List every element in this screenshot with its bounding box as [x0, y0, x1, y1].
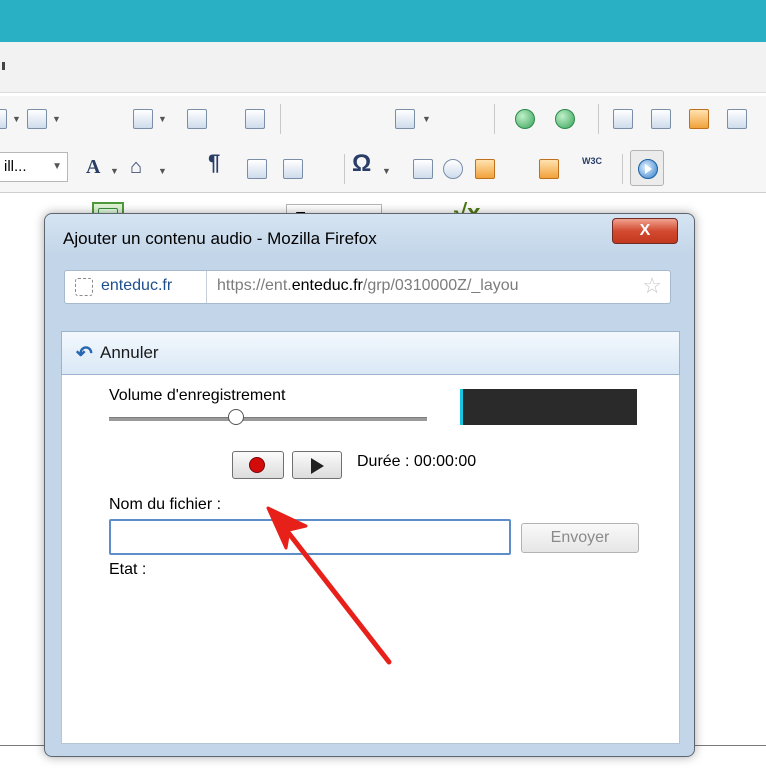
chevron-down-icon[interactable]: ▼ — [158, 167, 167, 176]
toolbar-separator — [280, 104, 281, 134]
grid-icon[interactable] — [184, 106, 210, 132]
secondary-bar — [0, 42, 766, 93]
font-label: ill... — [4, 158, 27, 175]
table-icon[interactable] — [0, 106, 10, 132]
toolbar-separator — [344, 154, 345, 184]
url-text: https://ent.enteduc.fr/grp/0310000Z/_lay… — [217, 277, 615, 295]
star-icon[interactable]: ☆ — [642, 273, 662, 299]
image-icon[interactable] — [648, 106, 674, 132]
file-name-label: Nom du fichier : — [109, 496, 222, 513]
media-icon — [638, 159, 658, 179]
form-icon[interactable] — [410, 156, 436, 182]
cancel-bar[interactable]: ↶ Annuler — [61, 331, 680, 375]
url-domain: enteduc.fr — [291, 277, 363, 294]
font-select[interactable]: ill... ▼ — [0, 152, 68, 182]
chevron-down-icon[interactable]: ▼ — [12, 115, 21, 124]
url-prefix: https://ent. — [217, 277, 292, 294]
recorder-panel: Volume d'enregistrement Durée : 00:00:00… — [61, 375, 680, 744]
paste-icon[interactable] — [244, 156, 270, 182]
state-label: Etat : — [109, 561, 147, 578]
chevron-down-icon[interactable]: ▼ — [158, 115, 167, 124]
omega-icon[interactable]: Ω — [352, 150, 371, 178]
chevron-down-icon: ▼ — [52, 161, 62, 172]
undo-icon: ↶ — [76, 343, 93, 365]
play-button[interactable] — [292, 451, 342, 479]
chevron-down-icon[interactable]: ▼ — [422, 115, 431, 124]
insert-row-icon[interactable] — [130, 106, 156, 132]
pilcrow-icon[interactable]: ¶ — [208, 150, 220, 176]
volume-slider[interactable] — [109, 417, 427, 421]
align-icon[interactable] — [280, 156, 306, 182]
url-divider — [206, 271, 207, 303]
globe-icon[interactable] — [552, 106, 578, 132]
image-icon[interactable] — [610, 106, 636, 132]
toolbar-separator — [598, 104, 599, 134]
toolbar-separator — [622, 154, 623, 184]
w3c-icon[interactable]: W3C — [582, 156, 602, 166]
cancel-label: Annuler — [100, 343, 159, 362]
file-name-input[interactable] — [109, 519, 511, 555]
bar-marker — [2, 62, 5, 70]
cleaner-icon[interactable] — [472, 156, 498, 182]
media-button[interactable] — [630, 150, 664, 186]
site-icon — [75, 278, 93, 296]
clock-icon[interactable] — [440, 156, 466, 182]
globe-icon[interactable] — [512, 106, 538, 132]
volume-slider-handle[interactable] — [228, 409, 245, 425]
chevron-down-icon[interactable]: ▼ — [382, 167, 391, 176]
columns-icon[interactable] — [242, 106, 268, 132]
level-meter — [460, 389, 637, 425]
site-identity[interactable]: enteduc.fr — [101, 277, 172, 295]
toolbar-separator — [494, 104, 495, 134]
image-icon[interactable] — [686, 106, 712, 132]
top-band — [0, 0, 766, 42]
editor-toolbar-row-1: ▼ ▼ ▼ Zoom▼ ▼ √x — [0, 96, 766, 234]
record-button[interactable] — [232, 451, 284, 479]
font-color-icon[interactable]: A — [86, 152, 100, 182]
play-icon — [311, 458, 324, 474]
volume-label: Volume d'enregistrement — [109, 387, 286, 404]
record-icon — [249, 457, 265, 473]
audio-dialog: Ajouter un contenu audio - Mozilla Firef… — [44, 213, 695, 757]
edit-icon[interactable] — [24, 106, 50, 132]
paint-icon[interactable]: ⌂ — [130, 152, 142, 182]
close-button[interactable]: X — [612, 218, 678, 244]
connector-icon[interactable] — [392, 106, 418, 132]
send-button[interactable]: Envoyer — [521, 523, 639, 553]
url-bar[interactable]: enteduc.fr https://ent.enteduc.fr/grp/03… — [64, 270, 671, 304]
dialog-title: Ajouter un contenu audio - Mozilla Firef… — [63, 229, 377, 248]
duration-text: Durée : 00:00:00 — [357, 453, 477, 470]
chevron-down-icon[interactable]: ▼ — [110, 167, 119, 176]
url-suffix: /grp/0310000Z/_layou — [362, 277, 519, 294]
image-icon[interactable] — [724, 106, 750, 132]
blocks-icon[interactable] — [536, 156, 562, 182]
chevron-down-icon[interactable]: ▼ — [52, 115, 61, 124]
